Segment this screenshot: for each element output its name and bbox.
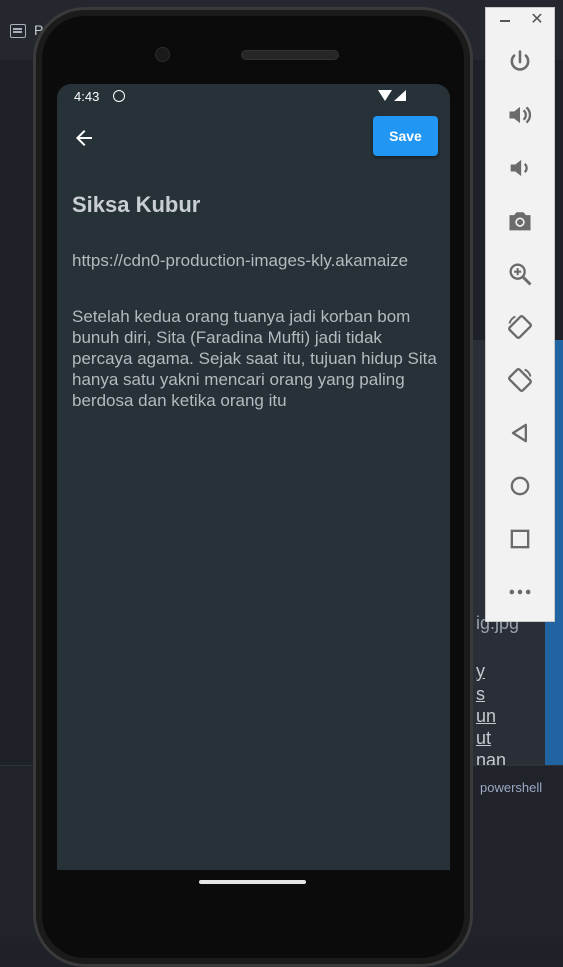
article-title[interactable]: Siksa Kubur [72, 192, 200, 218]
ide-text-line: ut [476, 728, 492, 748]
notification-icon [113, 90, 125, 102]
power-icon[interactable] [506, 48, 534, 76]
rotate-right-icon[interactable] [506, 366, 534, 394]
back-arrow-icon[interactable] [72, 126, 96, 150]
status-bar: 4:43 [57, 84, 450, 108]
status-time: 4:43 [74, 89, 100, 104]
earpiece-speaker [241, 50, 339, 60]
terminal-tab[interactable]: powershell [480, 780, 542, 795]
camera-icon[interactable] [506, 207, 534, 235]
ide-text-line: y [476, 661, 485, 681]
wifi-icon [378, 90, 392, 101]
front-camera [155, 47, 170, 62]
ide-text-line: s [476, 684, 485, 704]
rotate-left-icon[interactable] [506, 313, 534, 341]
image-url-field[interactable]: https://cdn0-production-images-kly.akama… [72, 251, 450, 271]
volume-down-icon[interactable] [506, 154, 534, 182]
signal-icon [394, 90, 406, 101]
app-screen: 4:43 Save Siksa Kubur https://cdn0-produ… [57, 84, 450, 870]
home-circle-icon[interactable] [506, 472, 534, 500]
zoom-icon[interactable] [506, 260, 534, 288]
overview-square-icon[interactable] [506, 525, 534, 553]
close-icon[interactable]: ✕ [530, 12, 544, 28]
save-button[interactable]: Save [373, 116, 438, 156]
more-icon[interactable] [506, 578, 534, 606]
description-field[interactable]: Setelah kedua orang tuanya jadi korban b… [72, 306, 437, 411]
layout-icon[interactable] [10, 24, 26, 38]
ide-text-line: un [476, 706, 497, 726]
home-gesture-bar[interactable] [199, 880, 306, 884]
minimize-icon[interactable] [500, 20, 510, 22]
volume-up-icon[interactable] [506, 101, 534, 129]
emulator-toolbar: ✕ [485, 7, 555, 622]
back-triangle-icon[interactable] [506, 419, 534, 447]
